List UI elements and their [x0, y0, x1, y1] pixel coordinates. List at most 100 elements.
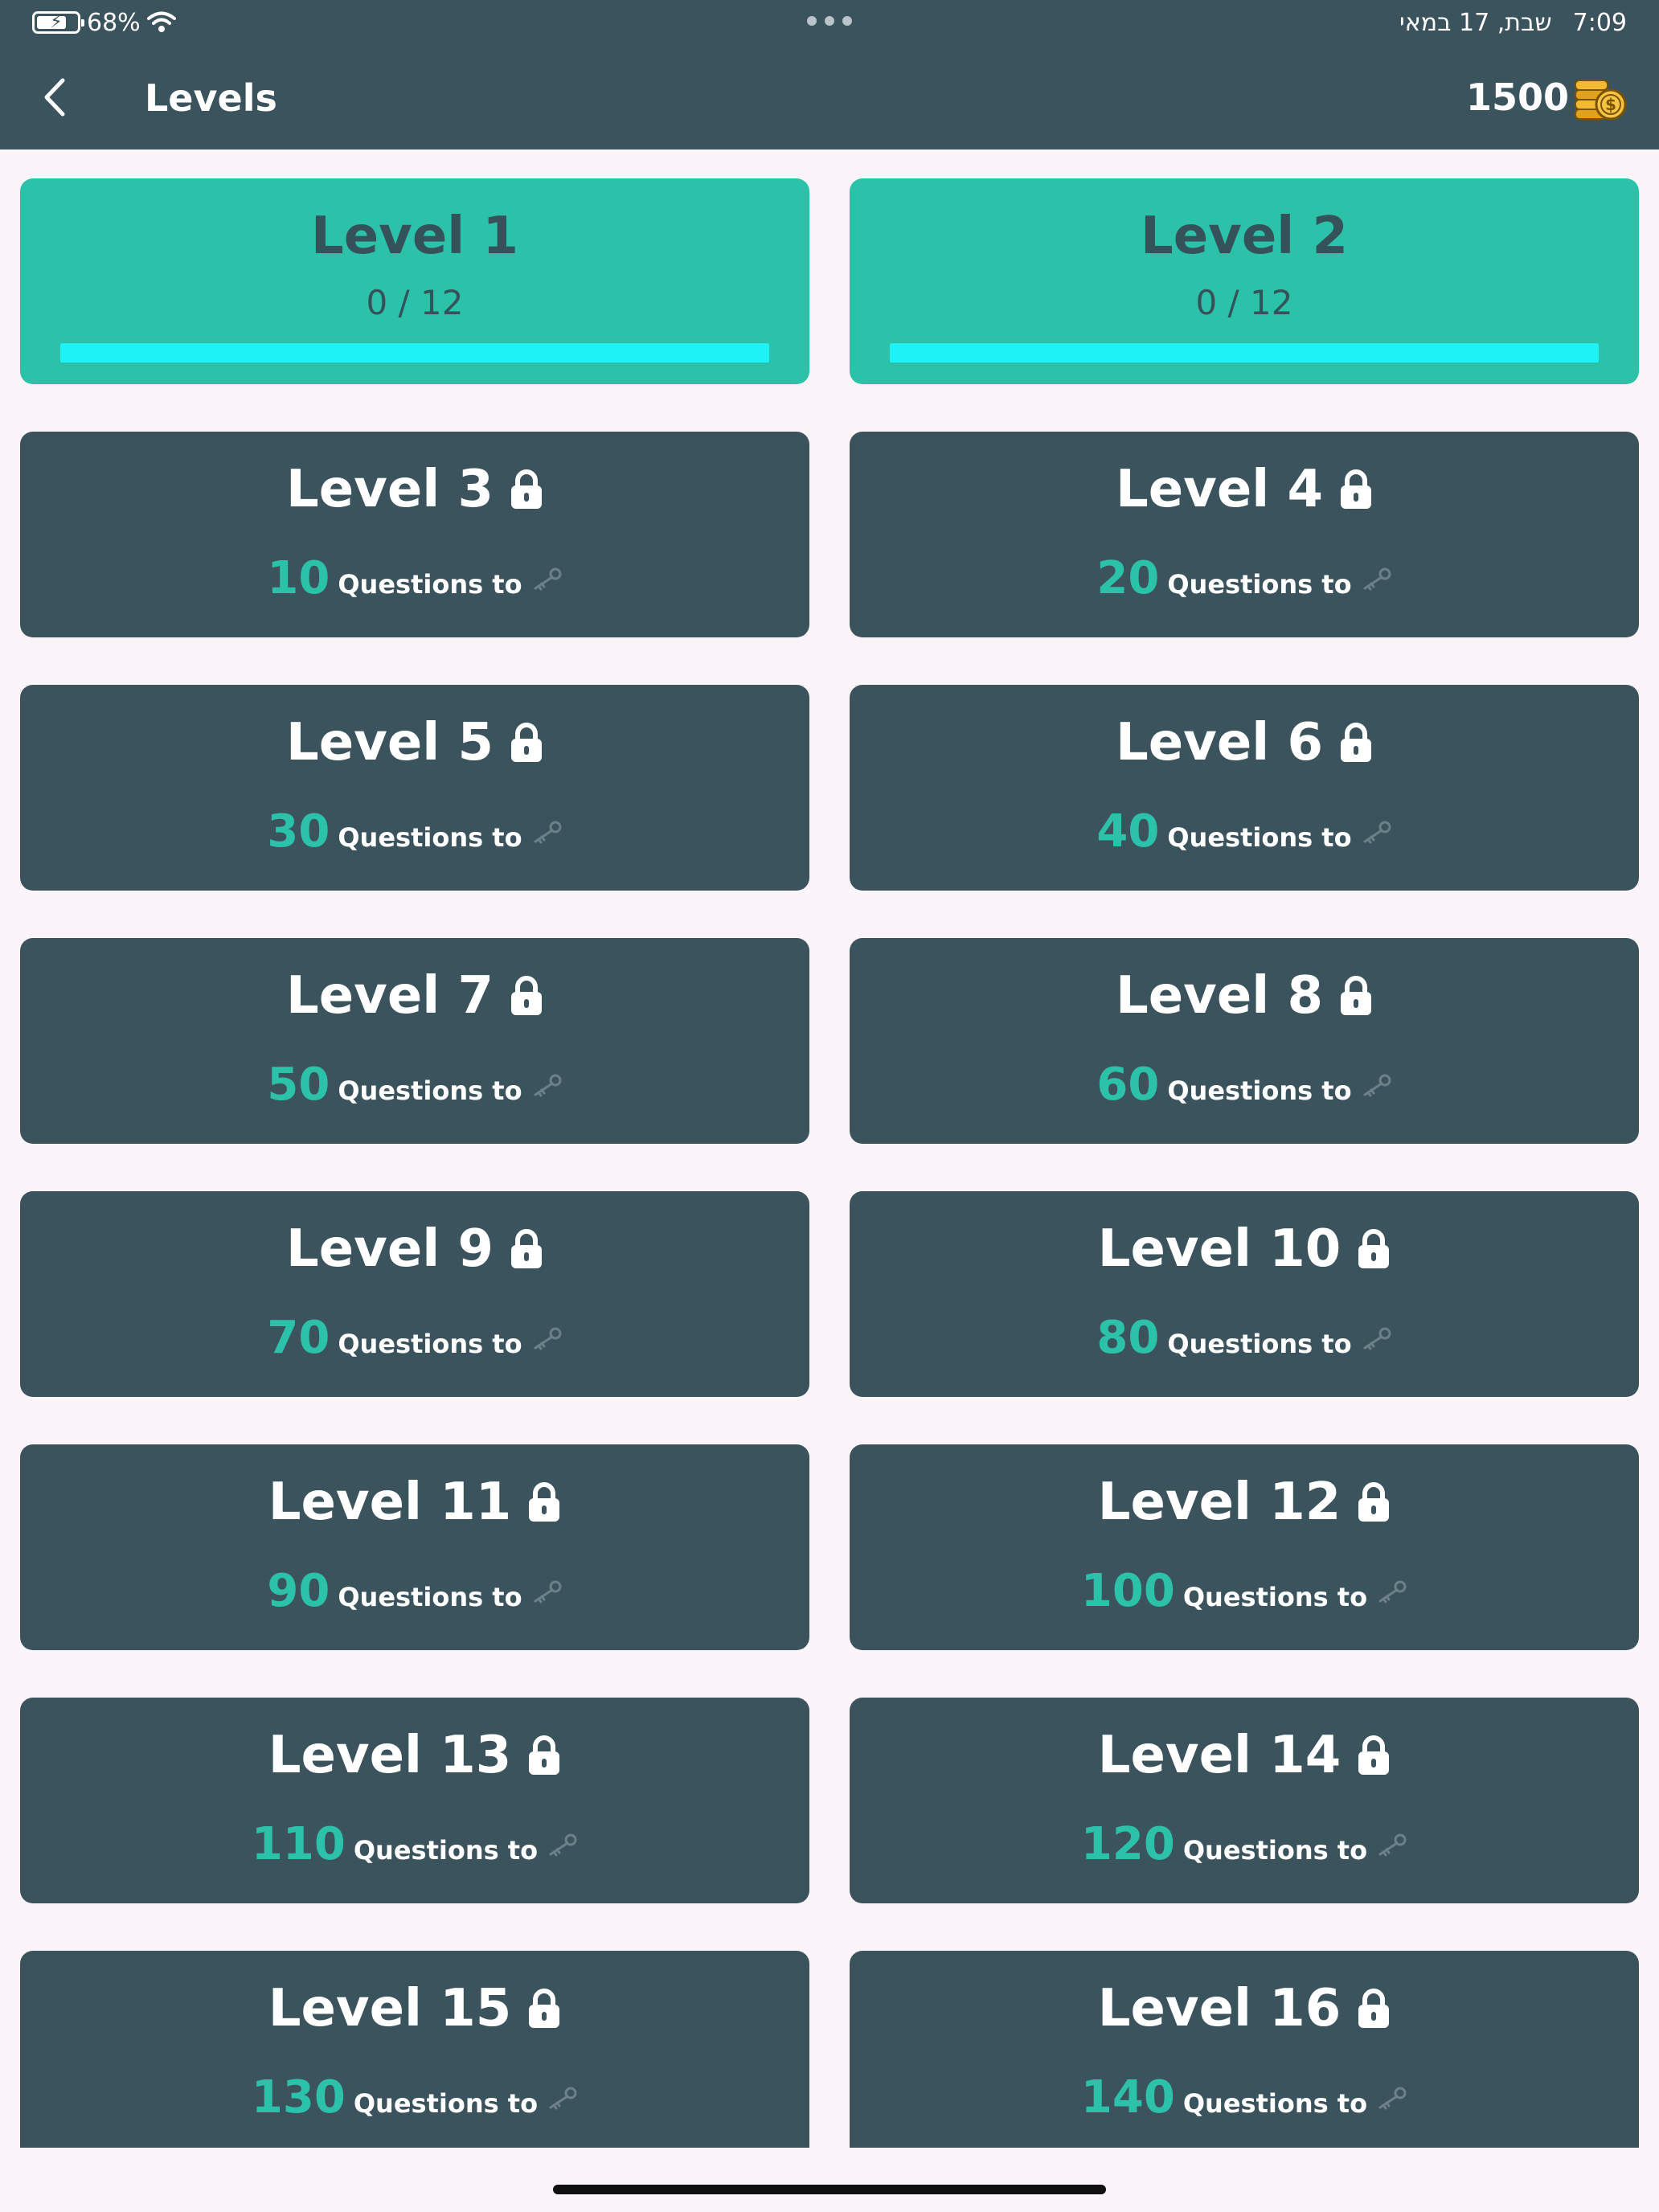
level-requirement: 50 Questions to: [20, 1059, 809, 1112]
header: ⚡ 68% שבת, 17 במאי 7:09 Levels 1500 $: [0, 0, 1659, 150]
level-requirement: 70 Questions to: [20, 1312, 809, 1365]
back-chevron-icon[interactable]: [37, 74, 76, 121]
level-title-text: Level 2: [1140, 207, 1349, 266]
level-requirement: 30 Questions to: [20, 805, 809, 858]
page-title: Levels: [145, 76, 277, 120]
battery-icon: ⚡: [32, 11, 84, 34]
level-title-text: Level 14: [1097, 1726, 1342, 1785]
requirement-label: Questions to: [1182, 1582, 1368, 1612]
level-progress-bar: [60, 343, 769, 363]
key-icon: [534, 1327, 562, 1350]
level-title-text: Level 7: [285, 966, 494, 1026]
level-title-text: Level 15: [268, 1979, 512, 2038]
multitasking-dots[interactable]: [807, 16, 852, 27]
lock-icon: [529, 1989, 560, 2028]
level-title: Level 4: [850, 461, 1639, 518]
coin-balance: 1500 $: [1466, 71, 1627, 124]
level-card-locked[interactable]: Level 11 90 Questions to: [20, 1444, 809, 1650]
level-title-text: Level 16: [1097, 1979, 1342, 2038]
level-title-text: Level 3: [285, 460, 494, 519]
key-icon: [1363, 1327, 1391, 1350]
required-questions-count: 120: [1080, 1818, 1175, 1870]
required-questions-count: 130: [251, 2071, 346, 2124]
level-title-text: Level 1: [310, 207, 519, 266]
level-title: Level 5: [20, 714, 809, 772]
charging-bolt-icon: ⚡: [50, 12, 63, 32]
level-requirement: 90 Questions to: [20, 1565, 809, 1618]
requirement-label: Questions to: [353, 1835, 539, 1866]
level-title: Level 7: [20, 967, 809, 1025]
level-card-locked[interactable]: Level 4 20 Questions to: [850, 432, 1639, 637]
lock-icon: [1358, 1989, 1390, 2028]
key-icon: [534, 1580, 562, 1604]
level-requirement: 60 Questions to: [850, 1059, 1639, 1112]
level-card-locked[interactable]: Level 15 130 Questions to: [20, 1951, 809, 2148]
level-title: Level 10: [850, 1220, 1639, 1278]
key-icon: [1378, 2087, 1407, 2110]
required-questions-count: 20: [1096, 552, 1160, 604]
level-card-locked[interactable]: Level 16 140 Questions to: [850, 1951, 1639, 2148]
level-title-text: Level 8: [1115, 966, 1324, 1026]
level-title-text: Level 6: [1115, 713, 1324, 772]
key-icon: [1378, 1833, 1407, 1857]
level-card-locked[interactable]: Level 10 80 Questions to: [850, 1191, 1639, 1397]
requirement-label: Questions to: [1182, 2088, 1368, 2119]
key-icon: [549, 1833, 577, 1857]
coin-count: 1500: [1465, 76, 1569, 119]
key-icon: [1363, 821, 1391, 844]
level-title-text: Level 4: [1115, 460, 1324, 519]
level-requirement: 140 Questions to: [850, 2071, 1639, 2124]
level-card-locked[interactable]: Level 8 60 Questions to: [850, 938, 1639, 1144]
required-questions-count: 10: [267, 552, 330, 604]
level-title: Level 14: [850, 1727, 1639, 1784]
svg-text:$: $: [1605, 95, 1616, 114]
level-title: Level 1: [20, 207, 809, 265]
level-card-locked[interactable]: Level 9 70 Questions to: [20, 1191, 809, 1397]
level-card-locked[interactable]: Level 7 50 Questions to: [20, 938, 809, 1144]
level-requirement: 80 Questions to: [850, 1312, 1639, 1365]
level-card[interactable]: Level 1 0 / 12: [20, 178, 809, 384]
required-questions-count: 110: [251, 1818, 346, 1870]
level-card-locked[interactable]: Level 13 110 Questions to: [20, 1698, 809, 1903]
required-questions-count: 30: [267, 805, 330, 858]
status-bar: ⚡ 68% שבת, 17 במאי 7:09: [0, 0, 1659, 45]
battery-percent: 68%: [87, 8, 141, 37]
lock-icon: [1358, 1229, 1390, 1268]
lock-icon: [1358, 1482, 1390, 1522]
level-progress-text: 0 / 12: [366, 283, 464, 322]
lock-icon: [529, 1482, 560, 1522]
level-progress-bar: [890, 343, 1599, 363]
requirement-label: Questions to: [1167, 822, 1352, 853]
requirement-label: Questions to: [1182, 1835, 1368, 1866]
level-requirement: 40 Questions to: [850, 805, 1639, 858]
required-questions-count: 90: [267, 1565, 330, 1617]
level-requirement: 100 Questions to: [850, 1565, 1639, 1618]
requirement-label: Questions to: [338, 1582, 522, 1612]
level-title-text: Level 11: [268, 1473, 512, 1532]
level-title: Level 9: [20, 1220, 809, 1278]
level-title-text: Level 5: [285, 713, 494, 772]
level-requirement: 130 Questions to: [20, 2071, 809, 2124]
required-questions-count: 40: [1096, 805, 1160, 858]
required-questions-count: 60: [1096, 1059, 1160, 1111]
lock-icon: [1358, 1735, 1390, 1775]
home-indicator[interactable]: [553, 2185, 1106, 2194]
lock-icon: [511, 1229, 543, 1268]
coins-icon: $: [1575, 80, 1627, 121]
level-card-locked[interactable]: Level 3 10 Questions to: [20, 432, 809, 637]
lock-icon: [511, 469, 543, 509]
level-card-locked[interactable]: Level 12 100 Questions to: [850, 1444, 1639, 1650]
level-card[interactable]: Level 2 0 / 12: [850, 178, 1639, 384]
level-card-locked[interactable]: Level 6 40 Questions to: [850, 685, 1639, 891]
level-title: Level 12: [850, 1473, 1639, 1531]
requirement-label: Questions to: [1167, 569, 1352, 600]
level-title: Level 2: [850, 207, 1639, 265]
required-questions-count: 70: [267, 1312, 330, 1364]
level-card-locked[interactable]: Level 5 30 Questions to: [20, 685, 809, 891]
level-card-locked[interactable]: Level 14 120 Questions to: [850, 1698, 1639, 1903]
required-questions-count: 140: [1080, 2071, 1175, 2124]
requirement-label: Questions to: [353, 2088, 539, 2119]
lock-icon: [1341, 976, 1372, 1015]
key-icon: [534, 567, 562, 591]
level-title-text: Level 13: [268, 1726, 512, 1785]
